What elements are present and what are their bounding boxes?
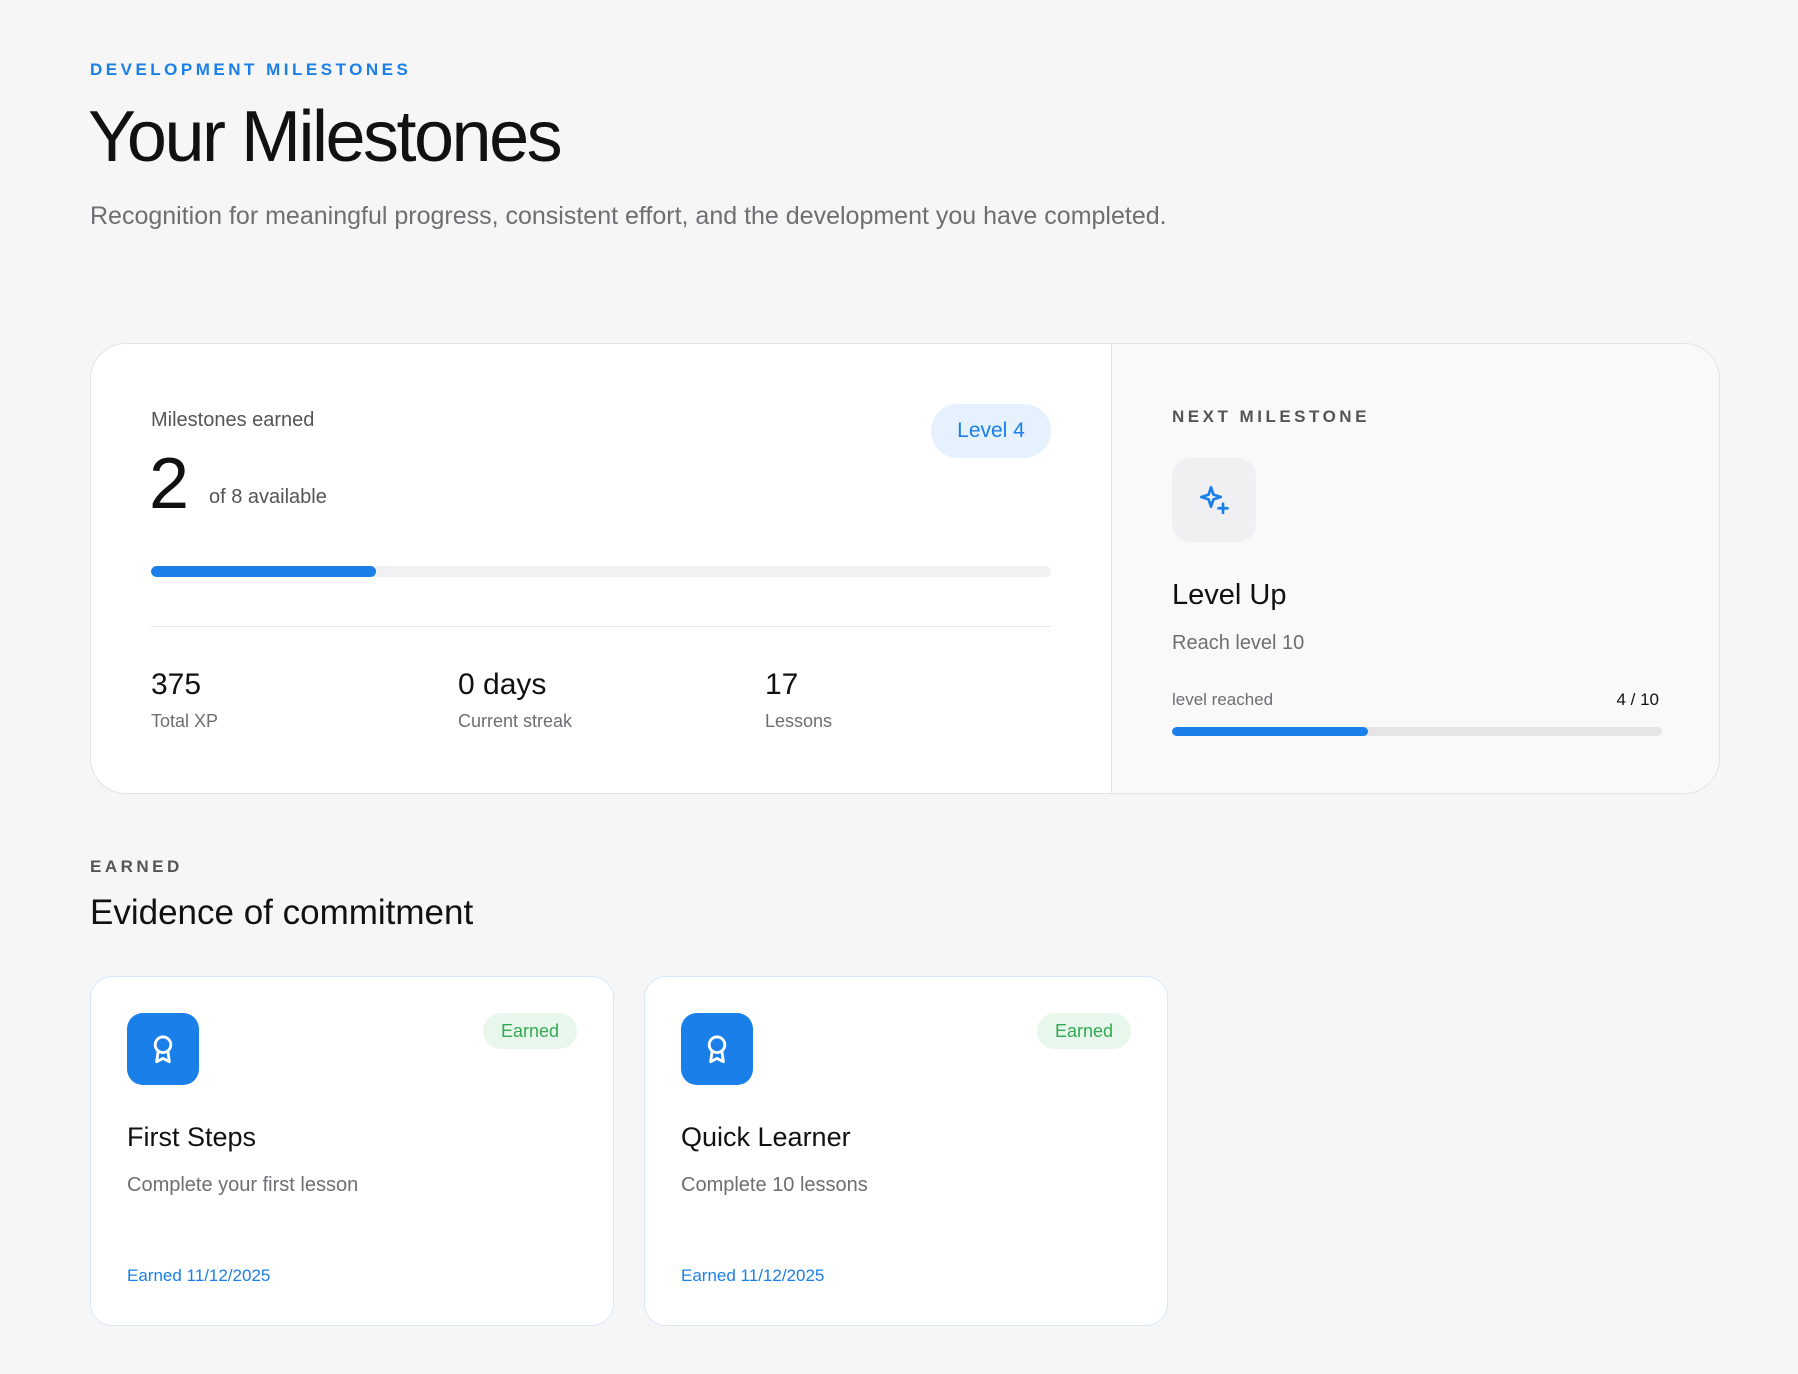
milestones-progress-bar bbox=[151, 566, 1051, 577]
stat-value: 375 bbox=[151, 668, 202, 701]
sparkles-icon bbox=[1172, 458, 1256, 542]
stat-label: Current streak bbox=[458, 711, 573, 731]
stat-value: 0 days bbox=[458, 668, 547, 701]
milestones-earned-label: Milestones earned bbox=[151, 409, 315, 431]
earned-section-title: Evidence of commitment bbox=[90, 893, 474, 932]
page-eyebrow: DEVELOPMENT MILESTONES bbox=[90, 60, 412, 79]
next-milestone-progress-label: level reached bbox=[1172, 690, 1274, 709]
milestone-card-first-steps[interactable]: Earned First Steps Complete your first l… bbox=[90, 976, 614, 1326]
milestone-title: Quick Learner bbox=[681, 1122, 851, 1152]
milestone-description: Complete 10 lessons bbox=[681, 1174, 868, 1196]
next-milestone-progress-fill bbox=[1172, 727, 1368, 736]
milestones-available-text: of 8 available bbox=[209, 486, 327, 508]
award-ribbon-icon bbox=[681, 1013, 753, 1085]
next-milestone-eyebrow: NEXT MILESTONE bbox=[1172, 407, 1370, 426]
earned-status-badge: Earned bbox=[482, 1013, 577, 1049]
next-milestone-panel: NEXT MILESTONE Level Up Reach level 10 l… bbox=[1111, 344, 1719, 793]
stat-label: Total XP bbox=[151, 711, 219, 731]
level-badge: Level 4 bbox=[931, 404, 1051, 458]
stat-lessons: 17 Lessons bbox=[765, 667, 832, 732]
next-milestone-progress-bar bbox=[1172, 727, 1662, 736]
earned-summary-panel: Milestones earned 2 of 8 available Level… bbox=[91, 344, 1111, 793]
next-milestone-progress-value: 4 / 10 bbox=[1616, 690, 1659, 709]
page-title: Your Milestones bbox=[88, 97, 563, 177]
stat-label: Lessons bbox=[765, 711, 833, 731]
milestone-card-quick-learner[interactable]: Earned Quick Learner Complete 10 lessons… bbox=[644, 976, 1168, 1326]
summary-divider bbox=[151, 626, 1051, 627]
stat-total-xp: 375 Total XP bbox=[151, 667, 218, 732]
next-milestone-title: Level Up bbox=[1172, 579, 1287, 611]
milestone-summary-card: Milestones earned 2 of 8 available Level… bbox=[90, 343, 1720, 794]
milestones-page: DEVELOPMENT MILESTONES Your Milestones R… bbox=[0, 0, 1798, 1374]
milestone-earned-date: Earned 11/12/2025 bbox=[127, 1266, 271, 1285]
milestone-earned-date: Earned 11/12/2025 bbox=[681, 1266, 825, 1285]
stat-value: 17 bbox=[765, 668, 799, 701]
earned-status-badge: Earned bbox=[1036, 1013, 1131, 1049]
milestones-earned-count: 2 bbox=[149, 444, 190, 524]
page-subtitle: Recognition for meaningful progress, con… bbox=[90, 202, 1167, 230]
stat-current-streak: 0 days Current streak bbox=[458, 667, 572, 732]
milestones-progress-fill bbox=[151, 566, 376, 577]
milestone-title: First Steps bbox=[127, 1122, 257, 1152]
next-milestone-description: Reach level 10 bbox=[1172, 632, 1305, 654]
earned-section-eyebrow: EARNED bbox=[90, 857, 183, 876]
milestone-description: Complete your first lesson bbox=[127, 1174, 359, 1196]
award-ribbon-icon bbox=[127, 1013, 199, 1085]
